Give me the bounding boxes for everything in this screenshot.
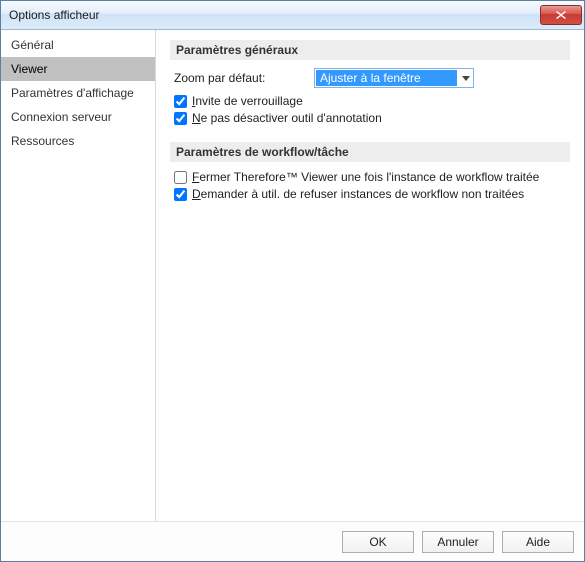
sidebar-item-general[interactable]: Général (1, 33, 155, 57)
checkbox-lock-prompt-input[interactable] (174, 95, 187, 108)
window-title: Options afficheur (9, 8, 100, 22)
chevron-down-icon (458, 69, 473, 87)
combo-default-zoom[interactable]: Ajuster à la fenêtre (314, 68, 474, 88)
help-button[interactable]: Aide (502, 531, 574, 553)
dialog-window: Options afficheur Général Viewer Paramèt… (0, 0, 585, 562)
checkbox-ask-reject-untreated-label: Demander à util. de refuser instances de… (192, 187, 524, 201)
checkbox-no-deactivate-annot-label: Ne pas désactiver outil d'annotation (192, 111, 382, 125)
content-pane: Paramètres généraux Zoom par défaut: Aju… (156, 30, 584, 521)
checkbox-close-viewer-after-workflow[interactable]: Fermer Therefore™ Viewer une fois l'inst… (174, 170, 570, 184)
checkbox-close-viewer-after-workflow-input[interactable] (174, 171, 187, 184)
dialog-footer: OK Annuler Aide (1, 521, 584, 561)
close-icon (556, 11, 566, 19)
checkbox-ask-reject-untreated[interactable]: Demander à util. de refuser instances de… (174, 187, 570, 201)
sidebar-item-viewer[interactable]: Viewer (1, 57, 155, 81)
ok-button[interactable]: OK (342, 531, 414, 553)
checkbox-close-viewer-after-workflow-label: Fermer Therefore™ Viewer une fois l'inst… (192, 170, 539, 184)
checkbox-ask-reject-untreated-input[interactable] (174, 188, 187, 201)
checkbox-lock-prompt[interactable]: Invite de verrouillage (174, 94, 570, 108)
checkbox-lock-prompt-label: Invite de verrouillage (192, 94, 303, 108)
dialog-body: Général Viewer Paramètres d'affichage Co… (1, 30, 584, 521)
sidebar-item-server-connection[interactable]: Connexion serveur (1, 105, 155, 129)
section-spacer (170, 128, 570, 142)
titlebar: Options afficheur (1, 1, 584, 30)
sidebar-item-display-params[interactable]: Paramètres d'affichage (1, 81, 155, 105)
checkbox-no-deactivate-annot-input[interactable] (174, 112, 187, 125)
combo-default-zoom-value: Ajuster à la fenêtre (316, 70, 457, 86)
label-default-zoom: Zoom par défaut: (174, 71, 314, 85)
cancel-button[interactable]: Annuler (422, 531, 494, 553)
section-header-workflow: Paramètres de workflow/tâche (170, 142, 570, 162)
sidebar-item-resources[interactable]: Ressources (1, 129, 155, 153)
checkbox-no-deactivate-annot[interactable]: Ne pas désactiver outil d'annotation (174, 111, 570, 125)
section-header-general: Paramètres généraux (170, 40, 570, 60)
sidebar: Général Viewer Paramètres d'affichage Co… (1, 30, 156, 521)
close-button[interactable] (540, 5, 582, 25)
row-default-zoom: Zoom par défaut: Ajuster à la fenêtre (174, 68, 570, 88)
